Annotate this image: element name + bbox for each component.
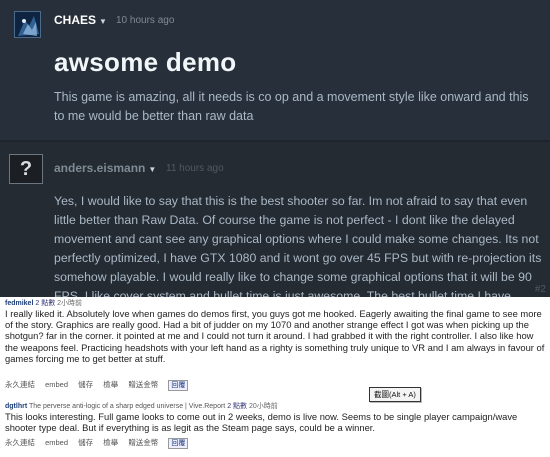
chevron-down-icon[interactable]: ▼ <box>148 165 156 174</box>
comment-username[interactable]: dgtlhrt <box>5 403 27 410</box>
report-link[interactable]: 檢舉 <box>103 380 118 389</box>
chevron-down-icon[interactable]: ▼ <box>99 17 107 26</box>
post-timestamp: 10 hours ago <box>116 15 175 26</box>
reply-button[interactable]: 回覆 <box>168 380 189 391</box>
comment-score: 2 點數 <box>227 403 248 410</box>
original-post: CHAES ▼ 10 hours ago awsome demo This gam… <box>0 0 550 140</box>
give-gold-link[interactable]: 贈送金幣 <box>128 380 158 389</box>
comment-meta: dgtlhrt The perverse anti-logic of a sha… <box>5 401 278 411</box>
post-body: This game is amazing, all it needs is co… <box>54 90 529 123</box>
screenshot-tooltip: 截圖(Alt + A) <box>369 387 421 402</box>
embed-link[interactable]: embed <box>45 438 68 447</box>
comment-actions: 永久連結 embed 儲存 檢舉 贈送金幣 回覆 <box>5 379 196 391</box>
comment-username[interactable]: fedmikel <box>5 300 33 307</box>
permalink-link[interactable]: 永久連結 <box>5 438 35 447</box>
embed-link[interactable]: embed <box>45 380 68 389</box>
comment-text: This looks interesting. Full game looks … <box>5 411 518 434</box>
reply-button[interactable]: 回覆 <box>168 438 189 449</box>
avatar-image-icon <box>15 12 40 37</box>
author-name[interactable]: anders.eismann ▼ <box>54 161 156 175</box>
author-label: CHAES <box>54 13 97 27</box>
comment-time: 20小時前 <box>249 403 278 410</box>
avatar[interactable] <box>14 11 41 38</box>
author-label: anders.eismann <box>54 161 146 175</box>
comment-actions: 永久連結 embed 儲存 檢舉 贈送金幣 回覆 <box>5 437 196 449</box>
user-flair: The perverse anti-logic of a sharp edged… <box>29 403 226 410</box>
topic-title: awsome demo <box>54 47 237 77</box>
comment-meta: fedmikel 2 點數 2小時前 <box>5 298 82 308</box>
save-link[interactable]: 儲存 <box>78 438 93 447</box>
report-link[interactable]: 檢舉 <box>103 438 118 447</box>
avatar[interactable]: ? <box>9 154 43 184</box>
save-link[interactable]: 儲存 <box>78 380 93 389</box>
reply-post: ? anders.eismann ▼ 11 hours ago Yes, I wo… <box>0 142 550 322</box>
permalink-link[interactable]: 永久連結 <box>5 380 35 389</box>
comment-score: 2 點數 <box>35 300 56 307</box>
comment-time: 2小時前 <box>57 300 83 307</box>
steam-discussion: CHAES ▼ 10 hours ago awsome demo This gam… <box>0 0 550 322</box>
comment-text: I really liked it. Absolutely love when … <box>5 308 545 364</box>
post-number[interactable]: #2 <box>535 284 546 295</box>
author-name[interactable]: CHAES ▼ <box>54 13 107 27</box>
give-gold-link[interactable]: 贈送金幣 <box>128 438 158 447</box>
post-timestamp: 11 hours ago <box>166 163 224 174</box>
